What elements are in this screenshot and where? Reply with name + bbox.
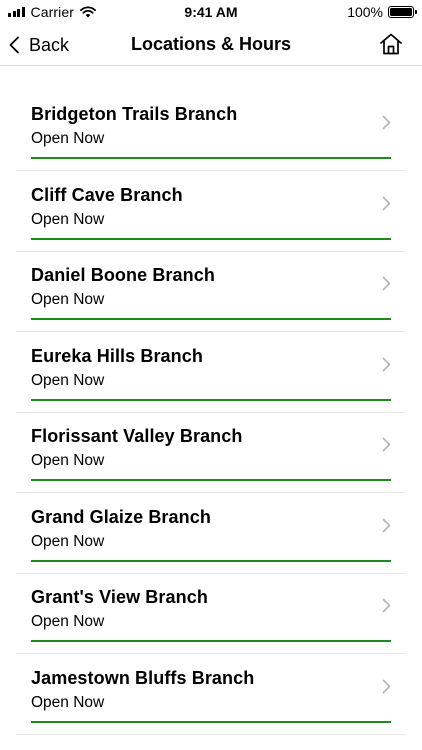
branch-list: Bridgeton Trails Branch Open Now Cliff C… [0,90,422,735]
battery-icon [388,6,417,18]
branch-status: Open Now [31,210,105,228]
open-status-underline [31,157,391,159]
branch-status: Open Now [31,291,105,308]
divider [16,733,406,735]
branch-status: Open Now [31,613,105,630]
branch-name: Daniel Boone Branch [31,265,215,285]
branch-status: Open Now [31,452,105,469]
branch-name: Grant's View Branch [31,587,208,607]
battery-percentage: 100% [347,4,383,20]
list-item[interactable]: Grant's View Branch Open Now [0,573,422,654]
branch-name: Cliff Cave Branch [31,184,183,205]
status-right: 100% [347,4,417,20]
branch-name: Jamestown Bluffs Branch [31,667,255,688]
open-status-underline [31,720,391,723]
chevron-right-icon [382,276,391,291]
chevron-right-icon [382,115,391,130]
branch-status: Open Now [31,532,105,550]
home-icon[interactable] [378,31,404,57]
chevron-right-icon [382,679,391,693]
branch-name: Bridgeton Trails Branch [31,104,238,124]
open-status-underline [31,398,391,401]
list-item[interactable]: Bridgeton Trails Branch Open Now [0,90,422,171]
branch-status: Open Now [31,130,105,147]
branch-status: Open Now [31,693,105,711]
chevron-right-icon [382,598,391,613]
branch-status: Open Now [31,371,105,389]
list-item[interactable]: Daniel Boone Branch Open Now [0,251,422,332]
open-status-underline [31,479,391,481]
list-item[interactable]: Florissant Valley Branch Open Now [0,412,422,493]
open-status-underline [31,559,391,562]
list-item[interactable]: Jamestown Bluffs Branch Open Now [0,654,422,735]
page-title: Locations & Hours [130,34,291,54]
open-status-underline [31,318,391,320]
list-item[interactable]: Cliff Cave Branch Open Now [0,171,422,252]
open-status-underline [31,237,391,240]
branch-name: Grand Glaize Branch [31,506,211,527]
chevron-right-icon [382,196,391,210]
chevron-right-icon [382,518,391,532]
open-status-underline [31,640,391,642]
chevron-right-icon [382,357,391,371]
branch-name: Eureka Hills Branch [31,345,203,366]
status-bar: Carrier 9:41 AM 100% [0,0,422,24]
branch-name: Florissant Valley Branch [31,426,243,446]
chevron-right-icon [382,437,391,452]
list-item[interactable]: Grand Glaize Branch Open Now [0,493,422,574]
nav-bar: Back Locations & Hours [0,24,422,66]
list-item[interactable]: Eureka Hills Branch Open Now [0,332,422,413]
